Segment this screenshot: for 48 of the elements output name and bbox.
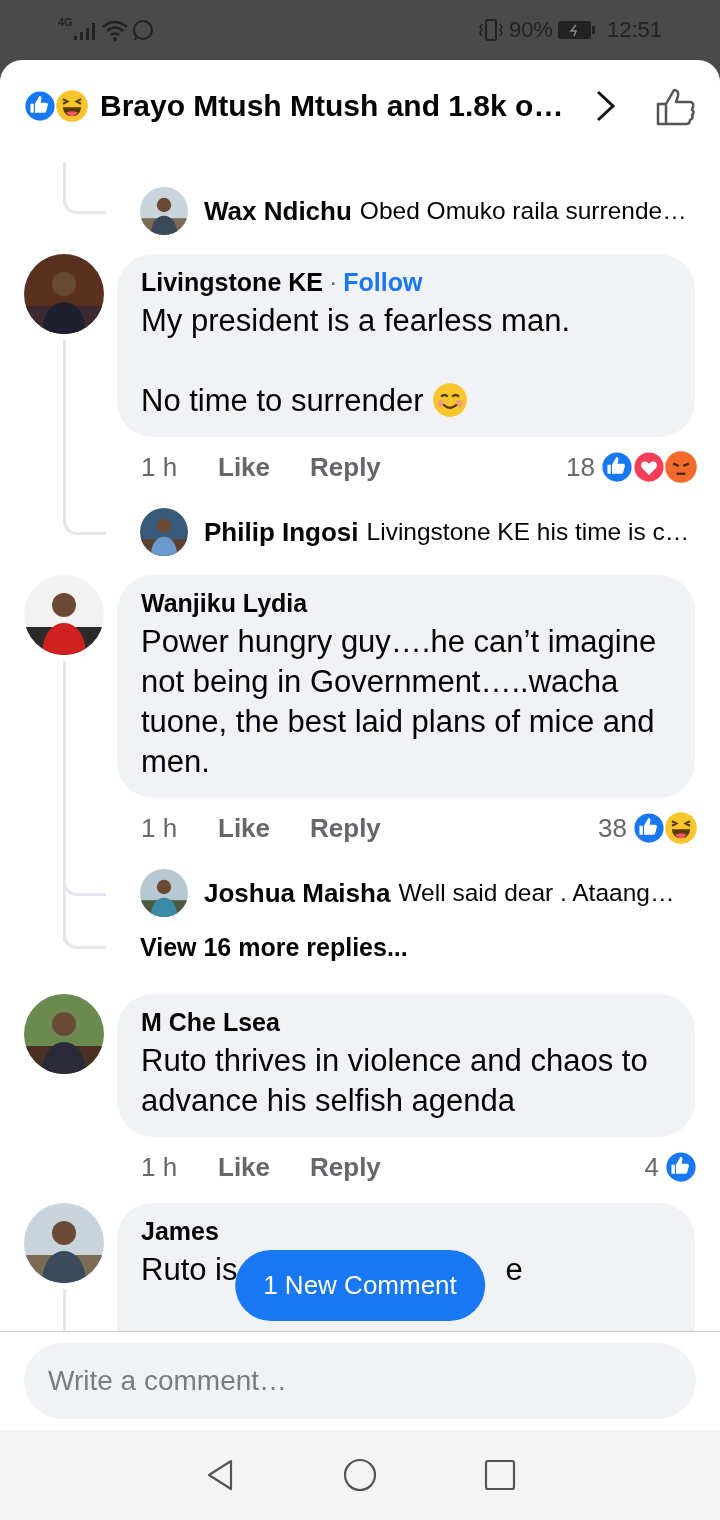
comment-text: My president is a fearless man. xyxy=(141,303,570,338)
like-reaction-icon xyxy=(22,88,58,124)
like-link[interactable]: Like xyxy=(218,1151,271,1183)
reaction-count: 18 xyxy=(566,451,595,483)
recents-icon[interactable] xyxy=(483,1458,517,1492)
like-link[interactable]: Like xyxy=(218,812,271,844)
reaction-count: 38 xyxy=(598,812,627,844)
view-more-replies-link[interactable]: View 16 more replies... xyxy=(140,932,408,962)
commenter-name[interactable]: M Che Lsea xyxy=(141,1008,280,1037)
reactions-summary[interactable]: Brayo Mtush Mtush and 1.8k o… xyxy=(100,89,564,123)
commenter-name[interactable]: Wax Ndichu xyxy=(204,195,352,227)
smiling-emoji-icon xyxy=(431,382,468,418)
like-reaction-icon xyxy=(663,1149,699,1185)
comment-text: e xyxy=(505,1251,523,1289)
like-reaction-icon xyxy=(599,449,635,485)
battery-icon xyxy=(556,19,597,41)
angry-reaction-icon xyxy=(663,449,699,485)
reaction-count: 4 xyxy=(644,1151,659,1183)
vibrate-icon xyxy=(476,18,505,42)
heart-reaction-icon xyxy=(631,449,667,485)
separator-dot: · xyxy=(328,268,338,297)
comment-text: No time to surrender xyxy=(141,383,424,418)
comment-text: Ruto thrives in violence and chaos to advance his selfish agenda xyxy=(141,1043,648,1118)
reply-link[interactable]: Reply xyxy=(310,451,381,483)
commenter-name[interactable]: James xyxy=(141,1217,219,1246)
commenter-name[interactable]: Wanjiku Lydia xyxy=(141,589,308,618)
comment-text: Power hungry guy….he can’t imagine not being in Government…..wacha tuone, the best laid plans of mice and men. xyxy=(141,624,657,779)
comment-time: 1 h xyxy=(141,451,179,483)
comment-text: Ruto is xyxy=(141,1251,238,1289)
follow-link[interactable]: Follow xyxy=(343,268,423,297)
comment-time: 1 h xyxy=(141,1151,179,1183)
commenter-name[interactable]: Livingstone KE xyxy=(141,268,323,297)
comment-time: 1 h xyxy=(141,812,179,844)
commenter-name[interactable]: Joshua Maisha xyxy=(204,877,391,909)
reply-text: Obed Omuko raila surrende… xyxy=(359,197,687,225)
reply-text: Well said dear . Ataang… xyxy=(398,879,675,907)
reply-text: Livingstone KE his time is c… xyxy=(366,518,690,546)
like-reaction-icon xyxy=(631,810,667,846)
reply-link[interactable]: Reply xyxy=(310,812,381,844)
like-link[interactable]: Like xyxy=(218,451,271,483)
reply-link[interactable]: Reply xyxy=(310,1151,381,1183)
wifi-icon xyxy=(100,18,129,42)
laughing-reaction-icon xyxy=(663,810,699,846)
home-icon[interactable] xyxy=(343,1458,377,1492)
laughing-reaction-icon xyxy=(54,88,90,124)
commenter-name[interactable]: Philip Ingosi xyxy=(204,516,359,548)
comment-input-field[interactable]: Write a comment… xyxy=(24,1343,696,1419)
chevron-right-icon[interactable] xyxy=(594,89,618,123)
